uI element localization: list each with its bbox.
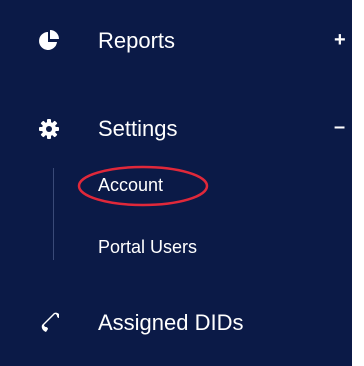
sidebar-item-reports[interactable]: Reports +	[0, 18, 352, 68]
sidebar-item-label: Assigned DIDs	[98, 310, 244, 335]
collapse-icon[interactable]: –	[334, 115, 345, 139]
sidebar-nav: Reports + Settings – Account Portal User…	[0, 0, 352, 366]
sidebar-item-settings[interactable]: Settings –	[0, 106, 352, 156]
submenu-item-portal-users[interactable]: Portal Users	[98, 236, 197, 258]
sidebar-item-assigned-dids[interactable]: Assigned DIDs	[0, 298, 352, 348]
sidebar-item-label: Reports	[98, 28, 176, 53]
gear-icon	[39, 119, 59, 139]
submenu-item-account[interactable]: Account	[98, 174, 163, 196]
pie-chart-icon	[39, 30, 59, 50]
phone-icon	[41, 312, 59, 332]
expand-icon[interactable]: +	[334, 28, 346, 52]
submenu-guide-line	[53, 168, 54, 260]
sidebar-item-label: Settings	[98, 116, 178, 141]
